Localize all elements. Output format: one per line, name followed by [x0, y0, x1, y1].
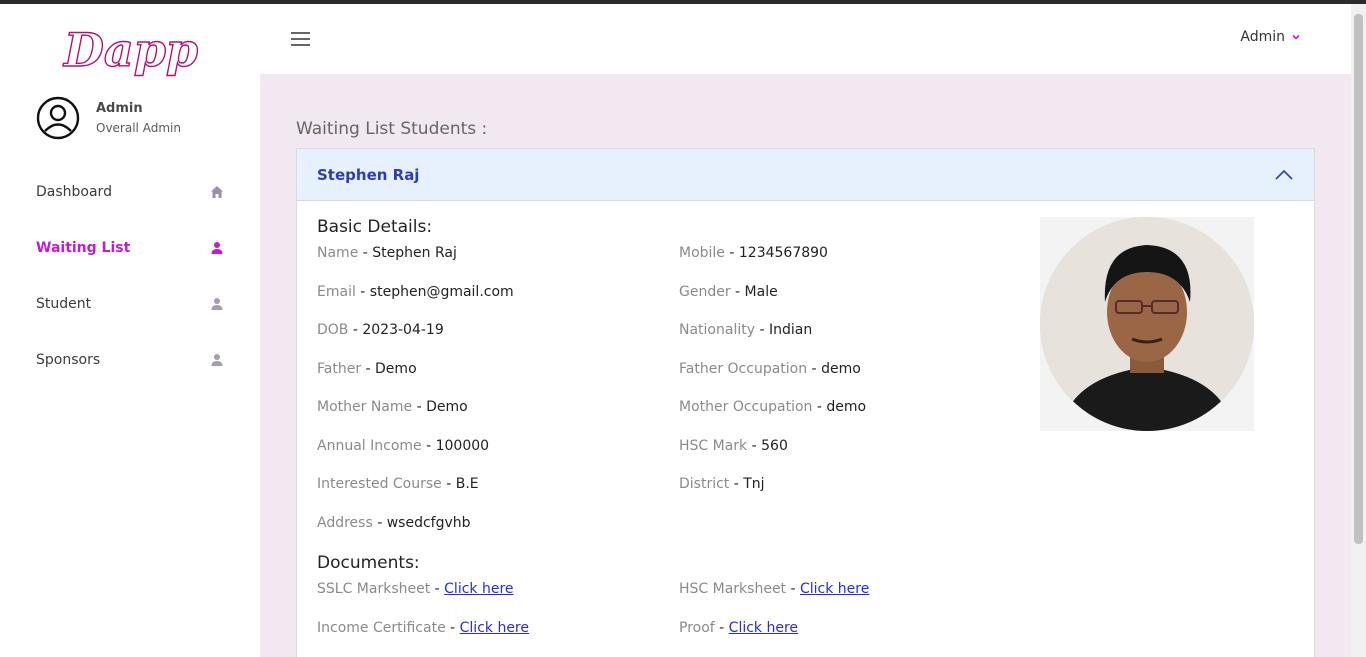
user-icon [211, 298, 223, 310]
page-scrollbar[interactable] [1351, 4, 1366, 657]
sidebar-item-label: Student [36, 296, 92, 312]
profile-role: Overall Admin [96, 121, 181, 135]
proof-link[interactable]: Click here [729, 620, 798, 636]
student-card-header[interactable]: Stephen Raj [297, 149, 1314, 201]
student-card-body: Basic Details: Name - Stephen Raj Mobile… [297, 201, 1314, 657]
sidebar: Dapp Admin Overall Admin Dashboard Waiti… [0, 4, 260, 657]
user-menu-label: Admin [1240, 29, 1285, 45]
sslc-marksheet-link[interactable]: Click here [444, 581, 513, 597]
student-name-heading: Stephen Raj [317, 165, 420, 184]
detail-nationality: Nationality - Indian [679, 322, 813, 338]
student-card: Stephen Raj Basic Details: Name - Stephe… [296, 148, 1315, 657]
scrollbar-thumb[interactable] [1354, 14, 1363, 544]
page-title: Waiting List Students : [296, 119, 488, 139]
sidebar-item-student[interactable]: Student [0, 276, 260, 332]
sidebar-item-dashboard[interactable]: Dashboard [0, 164, 260, 220]
avatar [36, 96, 80, 140]
detail-mobile: Mobile - 1234567890 [679, 245, 828, 261]
logo-graphic: Dapp [61, 22, 198, 77]
main-content: Waiting List Students : Stephen Raj Basi… [260, 74, 1351, 657]
doc-sslc-marksheet: SSLC Marksheet - Click here [317, 581, 514, 597]
chevron-down-icon [1292, 34, 1300, 40]
detail-father: Father - Demo [317, 360, 417, 377]
logo-text: Dapp [62, 23, 198, 77]
student-photo [1040, 217, 1254, 431]
user-icon [211, 354, 223, 366]
chevron-up-icon[interactable] [1274, 169, 1294, 181]
profile-block: Admin Overall Admin [36, 96, 181, 140]
detail-annual-income: Annual Income - 100000 [317, 437, 490, 454]
doc-hsc-marksheet: HSC Marksheet - Click here [679, 581, 870, 597]
detail-mother-occupation: Mother Occupation - demo [679, 399, 867, 415]
detail-mother-name: Mother Name - Demo [317, 399, 468, 415]
user-menu-dropdown[interactable]: Admin [1240, 29, 1301, 45]
documents-grid: SSLC Marksheet - Click here HSC Markshee… [317, 581, 1294, 657]
detail-father-occupation: Father Occupation - demo [679, 360, 861, 377]
documents-title: Documents: [317, 553, 420, 573]
sidebar-item-sponsors[interactable]: Sponsors [0, 332, 260, 388]
detail-address: Address - wsedcfgvhb [317, 514, 471, 531]
home-icon [211, 186, 223, 198]
detail-dob: DOB - 2023-04-19 [317, 322, 444, 338]
user-icon [211, 242, 223, 254]
sidebar-item-label: Dashboard [36, 184, 112, 200]
detail-district: District - Tnj [679, 476, 765, 492]
profile-name: Admin [96, 101, 143, 116]
sidebar-item-label: Sponsors [36, 352, 101, 368]
detail-interested-course: Interested Course - B.E [317, 476, 479, 492]
doc-proof: Proof - Click here [679, 619, 799, 636]
doc-income-certificate: Income Certificate - Click here [317, 619, 529, 636]
detail-email: Email - stephen@gmail.com [317, 283, 514, 300]
sidebar-nav: Dashboard Waiting List Student Sponsors [0, 164, 260, 388]
sidebar-item-label: Waiting List [36, 240, 131, 256]
menu-toggle-button[interactable] [291, 32, 310, 46]
sidebar-item-waiting-list[interactable]: Waiting List [0, 220, 260, 276]
student-photo-graphic [1040, 217, 1254, 431]
app-logo[interactable]: Dapp [61, 22, 202, 78]
hsc-marksheet-link[interactable]: Click here [800, 581, 869, 597]
detail-gender: Gender - Male [679, 283, 778, 300]
income-certificate-link[interactable]: Click here [460, 620, 529, 636]
detail-name: Name - Stephen Raj [317, 245, 457, 261]
detail-hsc-mark: HSC Mark - 560 [679, 437, 788, 454]
top-header: Admin [260, 4, 1351, 74]
